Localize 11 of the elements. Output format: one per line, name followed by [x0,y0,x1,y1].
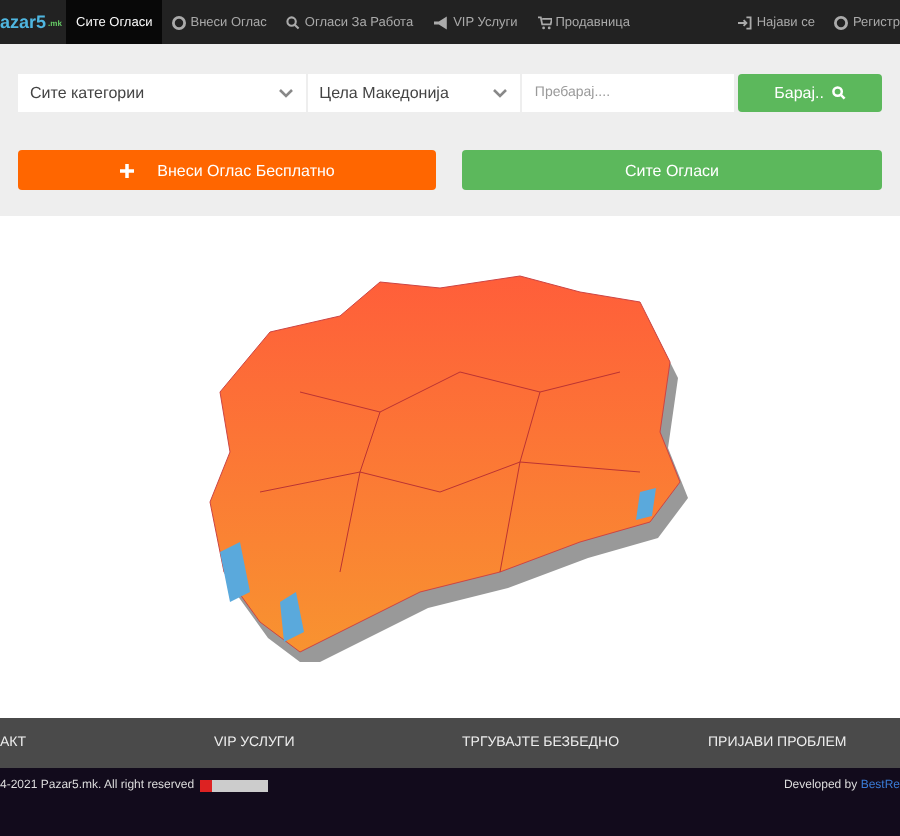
search-icon [831,86,846,100]
category-select[interactable]: Сите категории [18,74,306,112]
cart-icon [537,15,552,29]
counter-badge-icon [200,780,269,792]
login-icon [738,15,753,29]
megaphone-icon [433,15,450,29]
search-icon [286,15,301,29]
region-select[interactable]: Цела Македонија [307,74,521,112]
chevron-down-icon [492,88,509,98]
plus-icon [119,163,134,177]
chevron-down-icon [277,88,294,98]
